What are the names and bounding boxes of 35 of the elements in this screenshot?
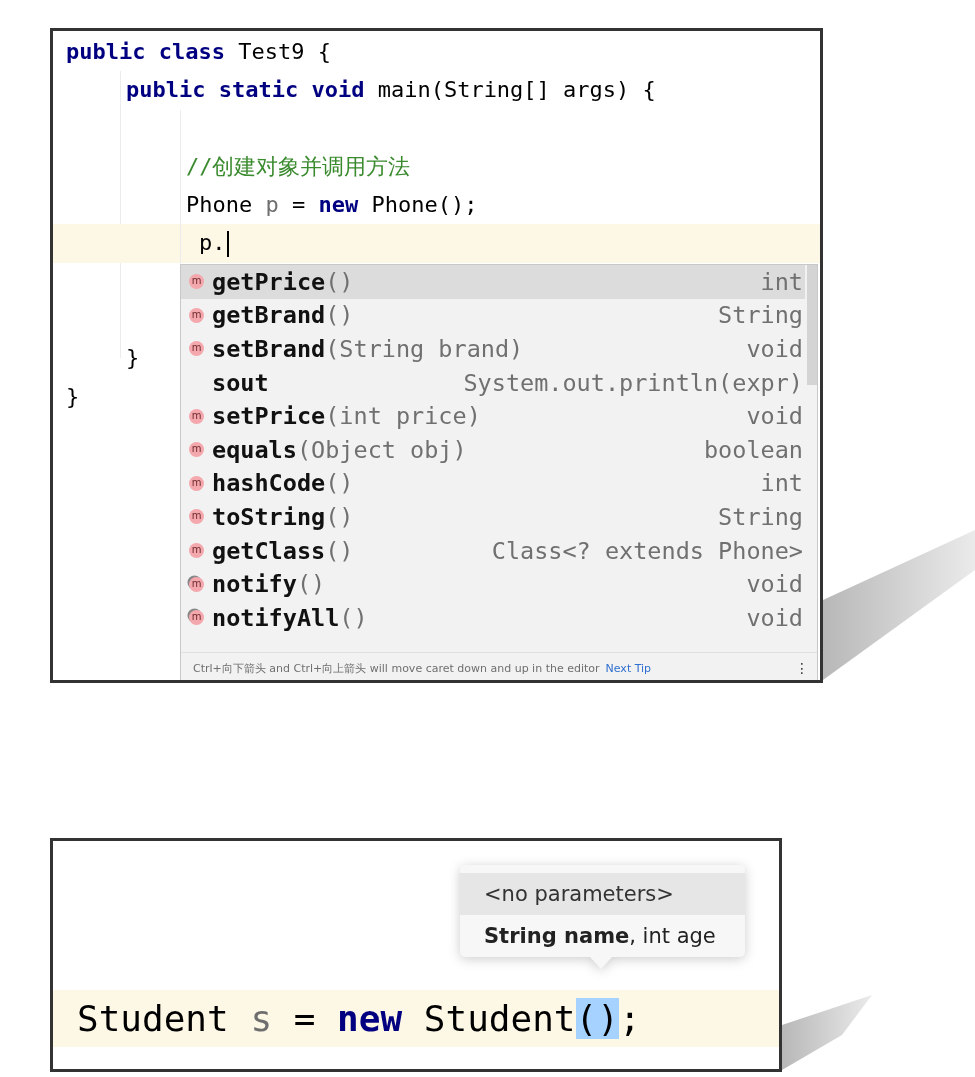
scrollbar-thumb[interactable] <box>807 265 817 385</box>
completion-item[interactable]: m getPrice() int <box>181 265 805 299</box>
code-line: } <box>126 345 140 371</box>
hint-text: Ctrl+向下箭头 and Ctrl+向上箭头 will move caret down and up in the editor <box>193 660 600 676</box>
completion-item[interactable]: m getClass() Class<? extends Phone> <box>181 533 805 568</box>
parameter-option[interactable]: <no parameters> <box>460 873 745 915</box>
completion-item[interactable]: m setPrice(int price) void <box>181 399 805 433</box>
method-icon: m <box>189 341 204 357</box>
completion-item[interactable]: m notify() void <box>181 567 805 601</box>
completion-item[interactable]: sout System.out.println(expr) <box>181 365 805 400</box>
code-line: public static void main(String[] args) { <box>126 77 656 103</box>
method-icon: m <box>189 442 204 458</box>
code-line: Student s = new Student(); <box>77 998 641 1039</box>
completion-item[interactable]: m equals(Object obj) boolean <box>181 432 805 467</box>
completion-item[interactable]: m toString() String <box>181 500 805 534</box>
completion-item[interactable]: m getBrand() String <box>181 298 805 333</box>
code-line: p. <box>199 230 226 256</box>
completion-item[interactable]: m setBrand(String brand) void <box>181 332 805 366</box>
method-icon: m <box>189 610 204 626</box>
code-line: public class Test9 { <box>66 39 331 64</box>
method-icon: m <box>189 408 204 424</box>
completion-item[interactable]: m notifyAll() void <box>181 600 805 635</box>
method-icon: m <box>189 543 204 559</box>
method-icon: m <box>189 576 204 592</box>
method-icon: m <box>189 274 204 290</box>
method-icon: m <box>189 475 204 491</box>
next-tip-link[interactable]: Next Tip <box>605 661 652 675</box>
parameter-option[interactable]: String name, int age <box>460 915 745 957</box>
code-line: } <box>66 383 80 409</box>
completion-item[interactable]: m hashCode() int <box>181 466 805 501</box>
more-icon[interactable]: ⋮ <box>795 660 809 677</box>
method-icon: m <box>189 509 204 525</box>
code-line: Phone p = new Phone(); <box>186 192 478 218</box>
method-icon: m <box>189 307 204 323</box>
code-line: //创建对象并调用方法 <box>186 153 411 179</box>
